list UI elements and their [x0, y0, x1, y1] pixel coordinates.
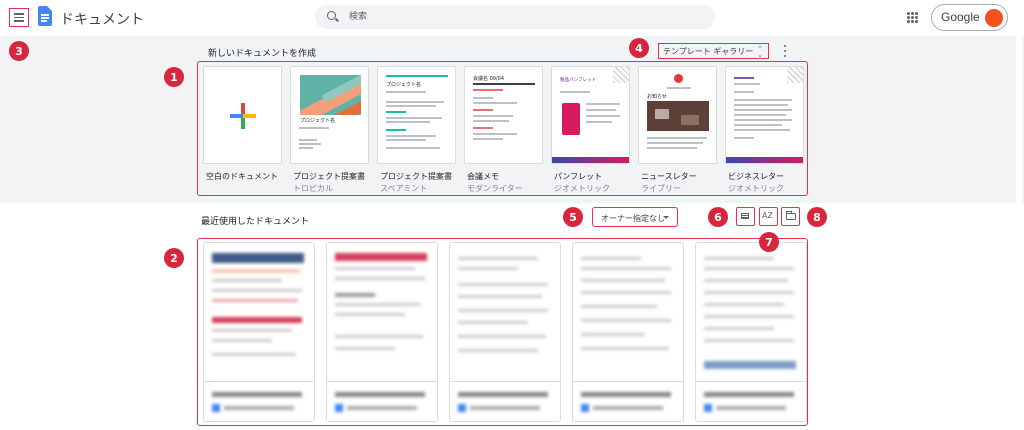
annotation-badge-7: 7	[759, 232, 779, 252]
annotation-badge-8: 8	[807, 207, 827, 227]
tile-heading: 製品パンフレット	[560, 78, 597, 83]
open-file-picker-button[interactable]	[781, 207, 800, 226]
sort-options-button[interactable]: AZ	[759, 207, 778, 226]
hamburger-icon	[14, 13, 24, 15]
document-footer	[696, 381, 806, 421]
plus-icon	[230, 103, 256, 129]
google-apps-icon[interactable]	[907, 12, 918, 23]
tile-heading: プロジェクト名	[386, 82, 422, 88]
newsletter-image	[647, 101, 709, 131]
annotation-badge-6: 6	[708, 207, 728, 227]
main-menu-button[interactable]	[9, 8, 29, 27]
top-bar: ドキュメント Google	[0, 0, 1024, 36]
template-name-meeting-notes: 会議メモ	[467, 172, 499, 181]
dropdown-caret-icon	[663, 216, 669, 219]
template-sub-tropical: トロピカル	[293, 184, 333, 193]
template-tile-tropical[interactable]: プロジェクト名	[290, 66, 369, 164]
recent-document-card[interactable]	[449, 242, 561, 422]
scrollbar[interactable]	[1016, 36, 1022, 430]
tile-heading: プロジェクト名	[300, 118, 336, 124]
sort-az-icon: AZ	[762, 211, 773, 220]
recent-document-card[interactable]	[326, 242, 438, 422]
annotation-badge-5: 5	[563, 207, 583, 227]
annotation-badge-2: 2	[164, 248, 184, 268]
template-name-spearmint: プロジェクト提案書	[380, 172, 452, 181]
google-account-label: Google	[941, 10, 980, 24]
docs-logo-icon[interactable]	[38, 6, 52, 26]
template-gallery-label: テンプレート ギャラリー	[663, 47, 754, 56]
template-name-newsletter: ニュースレター	[641, 172, 697, 181]
annotation-badge-3: 3	[9, 41, 29, 61]
template-tile-brochure[interactable]: 製品パンフレット	[551, 66, 630, 164]
template-tile-business-letter[interactable]	[725, 66, 804, 164]
tile-heading: 会議名 09/04	[473, 76, 504, 82]
template-tile-spearmint[interactable]: プロジェクト名	[377, 66, 456, 164]
search-input[interactable]	[349, 9, 689, 25]
template-sub-spearmint: スペアミント	[380, 184, 428, 193]
template-tile-blank[interactable]	[203, 66, 282, 164]
template-name-blank: 空白のドキュメント	[206, 172, 278, 181]
list-view-button[interactable]	[736, 207, 755, 226]
search-icon[interactable]	[327, 11, 336, 20]
app-title[interactable]: ドキュメント	[60, 9, 144, 29]
search-bar[interactable]	[315, 5, 715, 29]
document-footer	[327, 381, 437, 421]
annotation-badge-4: 4	[629, 38, 649, 58]
annotation-badge-1: 1	[164, 67, 184, 87]
account-button[interactable]: Google	[931, 4, 1008, 31]
template-sub-business-letter: ジオメトリック	[728, 184, 784, 193]
list-view-icon	[741, 213, 749, 219]
template-name-business-letter: ビジネスレター	[728, 172, 784, 181]
owner-filter-label: オーナー指定なし	[601, 214, 665, 223]
template-tile-newsletter[interactable]: お知らせ	[638, 66, 717, 164]
template-gallery-button[interactable]: テンプレート ギャラリー ⌃ ⌄	[658, 43, 769, 59]
document-footer	[573, 381, 683, 421]
document-footer	[204, 381, 314, 421]
folder-icon	[786, 211, 796, 220]
tile-heading: お知らせ	[647, 94, 667, 100]
more-options-icon[interactable]	[783, 45, 787, 57]
template-sub-brochure: ジオメトリック	[554, 184, 610, 193]
recent-document-card[interactable]	[203, 242, 315, 422]
avatar	[985, 9, 1003, 27]
phone-image	[562, 103, 580, 135]
recent-document-card[interactable]	[572, 242, 684, 422]
tropical-image	[300, 75, 361, 115]
recent-section-title: 最近使用したドキュメント	[201, 217, 310, 227]
recent-document-card[interactable]	[695, 242, 807, 422]
document-footer	[450, 381, 560, 421]
template-sub-meeting-notes: モダンライター	[467, 184, 523, 193]
template-sub-newsletter: ライブリー	[641, 184, 681, 193]
template-name-brochure: パンフレット	[554, 172, 603, 181]
heart-icon	[674, 74, 683, 83]
template-tile-meeting-notes[interactable]: 会議名 09/04	[464, 66, 543, 164]
template-name-tropical: プロジェクト提案書	[293, 172, 365, 181]
owner-filter-dropdown[interactable]: オーナー指定なし	[592, 207, 678, 227]
template-section-title: 新しいドキュメントを作成	[208, 49, 317, 59]
unfold-icon: ⌃ ⌄	[757, 45, 763, 59]
